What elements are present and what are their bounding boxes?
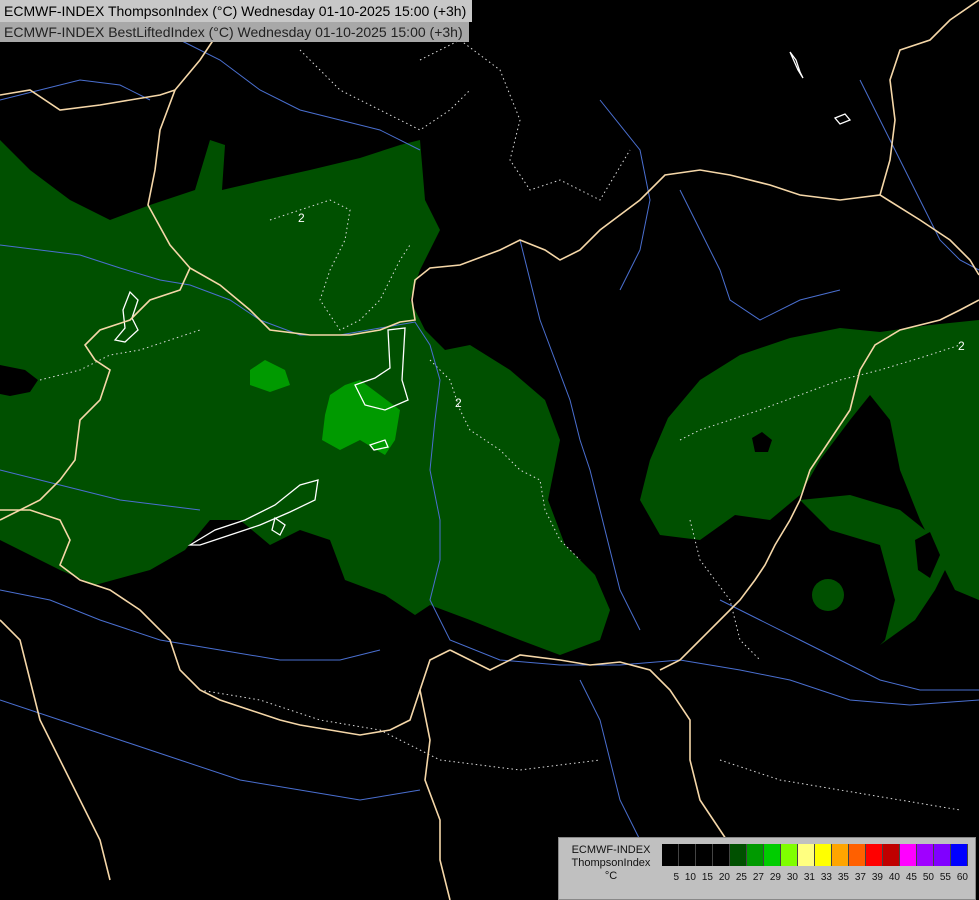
legend-tick: 39 xyxy=(871,872,883,883)
legend-swatch xyxy=(849,844,866,866)
legend-tick: 40 xyxy=(888,872,900,883)
legend-tick: 35 xyxy=(837,872,849,883)
legend-tick: 60 xyxy=(956,872,968,883)
contour-label: 2 xyxy=(455,396,462,410)
legend-swatch xyxy=(764,844,781,866)
legend-swatch xyxy=(815,844,832,866)
legend-tick: 45 xyxy=(905,872,917,883)
legend-tick: 33 xyxy=(820,872,832,883)
legend-tick: 25 xyxy=(735,872,747,883)
legend-swatch xyxy=(798,844,815,866)
legend-swatch xyxy=(832,844,849,866)
legend-tick: 29 xyxy=(769,872,781,883)
map-title-best-lifted-index: ECMWF-INDEX BestLiftedIndex (°C) Wednesd… xyxy=(0,22,469,42)
legend-swatch xyxy=(934,844,951,866)
legend-swatch xyxy=(713,844,730,866)
legend-tick: 37 xyxy=(854,872,866,883)
weather-map: 2 2 2 xyxy=(0,0,979,900)
legend-tick: 31 xyxy=(803,872,815,883)
legend-swatch xyxy=(781,844,798,866)
legend-swatch xyxy=(917,844,934,866)
legend-tick: 30 xyxy=(786,872,798,883)
contour-label: 2 xyxy=(298,211,305,225)
legend-swatch xyxy=(866,844,883,866)
small-green-patch xyxy=(812,579,844,611)
legend-swatch xyxy=(679,844,696,866)
legend-tick: 55 xyxy=(939,872,951,883)
legend-swatches xyxy=(662,844,968,866)
color-legend: ECMWF-INDEX ThompsonIndex °C 5 10 15 20 25 27… xyxy=(558,837,976,900)
legend-swatch xyxy=(883,844,900,866)
legend-swatch xyxy=(747,844,764,866)
legend-swatch xyxy=(662,844,679,866)
legend-swatch xyxy=(900,844,917,866)
map-title-thompson-index: ECMWF-INDEX ThompsonIndex (°C) Wednesday… xyxy=(0,0,473,22)
legend-swatch xyxy=(730,844,747,866)
legend-tick: 27 xyxy=(752,872,764,883)
legend-ticks: 5 10 15 20 25 27 29 30 31 33 35 37 39 40 45 50 55 60 xyxy=(662,871,968,885)
legend-model: ECMWF-INDEX xyxy=(571,844,651,856)
legend-parameter: ThompsonIndex xyxy=(571,857,651,869)
legend-unit: °C xyxy=(604,870,618,882)
contour-label: 2 xyxy=(958,339,965,353)
legend-swatch xyxy=(951,844,968,866)
legend-label: ECMWF-INDEX ThompsonIndex °C xyxy=(563,844,659,883)
legend-tick: 10 xyxy=(684,872,696,883)
legend-tick: 5 xyxy=(673,872,679,883)
legend-swatch xyxy=(696,844,713,866)
legend-tick: 15 xyxy=(701,872,713,883)
legend-tick: 50 xyxy=(922,872,934,883)
legend-tick: 20 xyxy=(718,872,730,883)
